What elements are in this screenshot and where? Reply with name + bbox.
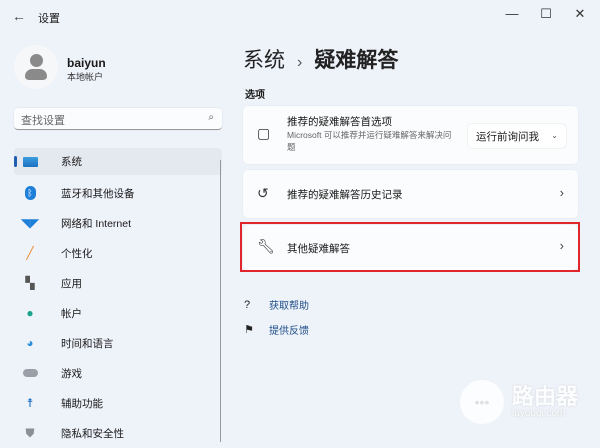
sidebar-item-label: 辅助功能 [61, 396, 103, 411]
gamepad-icon [22, 366, 38, 380]
sidebar-item-accessibility[interactable]: ☨ 辅助功能 [14, 388, 222, 418]
link-label: 获取帮助 [269, 297, 309, 312]
avatar[interactable] [14, 45, 58, 89]
sidebar-item-privacy[interactable]: ⛊ 隐私和安全性 [14, 418, 222, 448]
sidebar-nav: 系统 ᛒ蓝牙和其他设备 ◥◤网络和 Internet ╱个性化 ▚应用 ●帐户 … [14, 148, 222, 448]
sidebar-item-label: 时间和语言 [61, 336, 114, 351]
person-icon: ● [22, 306, 38, 320]
feedback-icon: ⚑ [244, 323, 258, 336]
watermark: ••• 路由器 luyouqi.com [460, 380, 578, 424]
sidebar-item-label: 应用 [61, 276, 82, 291]
sidebar-item-label: 网络和 Internet [61, 216, 131, 231]
card-description: Microsoft 可以推荐并运行疑难解答来解决问题 [287, 129, 457, 153]
preference-dropdown[interactable]: 运行前询问我 ⌄ [468, 124, 566, 148]
troubleshoot-history-card[interactable]: ↺ 推荐的疑难解答历史记录 › [243, 170, 578, 218]
sidebar-item-network[interactable]: ◥◤ 网络和 Internet [14, 208, 222, 238]
help-icon: ? [244, 299, 258, 311]
monitor-icon [22, 155, 38, 169]
accessibility-icon: ☨ [22, 396, 38, 410]
watermark-url: luyouqi.com [512, 408, 578, 419]
troubleshoot-preferences-card: ▢ 推荐的疑难解答首选项 Microsoft 可以推荐并运行疑难解答来解决问题 … [243, 106, 578, 164]
breadcrumb: 系统 › 疑难解答 [243, 44, 398, 74]
chevron-down-icon: ⌄ [551, 131, 558, 140]
sidebar-item-time-language[interactable]: ◕ 时间和语言 [14, 328, 222, 358]
sidebar-item-bluetooth[interactable]: ᛒ 蓝牙和其他设备 [14, 178, 222, 208]
sidebar-item-system[interactable]: 系统 [14, 148, 222, 175]
breadcrumb-separator: › [297, 54, 302, 71]
link-label: 提供反馈 [269, 322, 309, 337]
search-placeholder: 查找设置 [21, 112, 65, 128]
sidebar-item-apps[interactable]: ▚ 应用 [14, 268, 222, 298]
apps-icon: ▚ [22, 276, 38, 290]
user-name: baiyun [67, 56, 106, 70]
brush-icon: ╱ [22, 246, 38, 260]
app-title: 设置 [38, 10, 60, 26]
history-icon: ↺ [257, 185, 269, 202]
dropdown-value: 运行前询问我 [476, 131, 539, 143]
sidebar-item-gaming[interactable]: 游戏 [14, 358, 222, 388]
chat-bubble-icon: ▢ [257, 125, 270, 142]
globe-clock-icon: ◕ [22, 336, 38, 350]
chevron-right-icon: › [560, 185, 564, 200]
card-title: 推荐的疑难解答历史记录 [287, 187, 403, 202]
sidebar-item-label: 隐私和安全性 [61, 426, 124, 441]
minimize-button[interactable]: — [502, 6, 522, 21]
section-label: 选项 [245, 86, 265, 101]
shield-icon: ⛊ [22, 426, 38, 440]
sidebar-scrollbar[interactable] [220, 160, 221, 442]
sidebar-item-accounts[interactable]: ● 帐户 [14, 298, 222, 328]
sidebar-item-personalization[interactable]: ╱ 个性化 [14, 238, 222, 268]
router-icon: ••• [460, 380, 504, 424]
page-title: 疑难解答 [314, 49, 398, 72]
sidebar-item-label: 系统 [61, 154, 82, 169]
sidebar-item-label: 游戏 [61, 366, 82, 381]
breadcrumb-parent[interactable]: 系统 [243, 49, 285, 72]
search-input[interactable]: 查找设置 ⌕ [14, 108, 222, 130]
close-button[interactable]: ✕ [570, 6, 590, 22]
account-type: 本地帐户 [67, 70, 103, 83]
search-icon: ⌕ [208, 112, 214, 123]
maximize-button[interactable]: ☐ [536, 6, 556, 22]
sidebar-item-label: 个性化 [61, 246, 93, 261]
back-arrow-icon[interactable]: ← [12, 8, 26, 24]
wifi-icon: ◥◤ [22, 216, 38, 230]
sidebar-item-label: 蓝牙和其他设备 [61, 186, 135, 201]
sidebar-item-label: 帐户 [61, 306, 82, 321]
highlight-box [240, 222, 580, 272]
get-help-link[interactable]: ? 获取帮助 [244, 297, 309, 312]
watermark-title: 路由器 [512, 386, 578, 408]
give-feedback-link[interactable]: ⚑ 提供反馈 [244, 322, 309, 337]
bluetooth-icon: ᛒ [22, 186, 38, 200]
card-title: 推荐的疑难解答首选项 [287, 114, 392, 129]
